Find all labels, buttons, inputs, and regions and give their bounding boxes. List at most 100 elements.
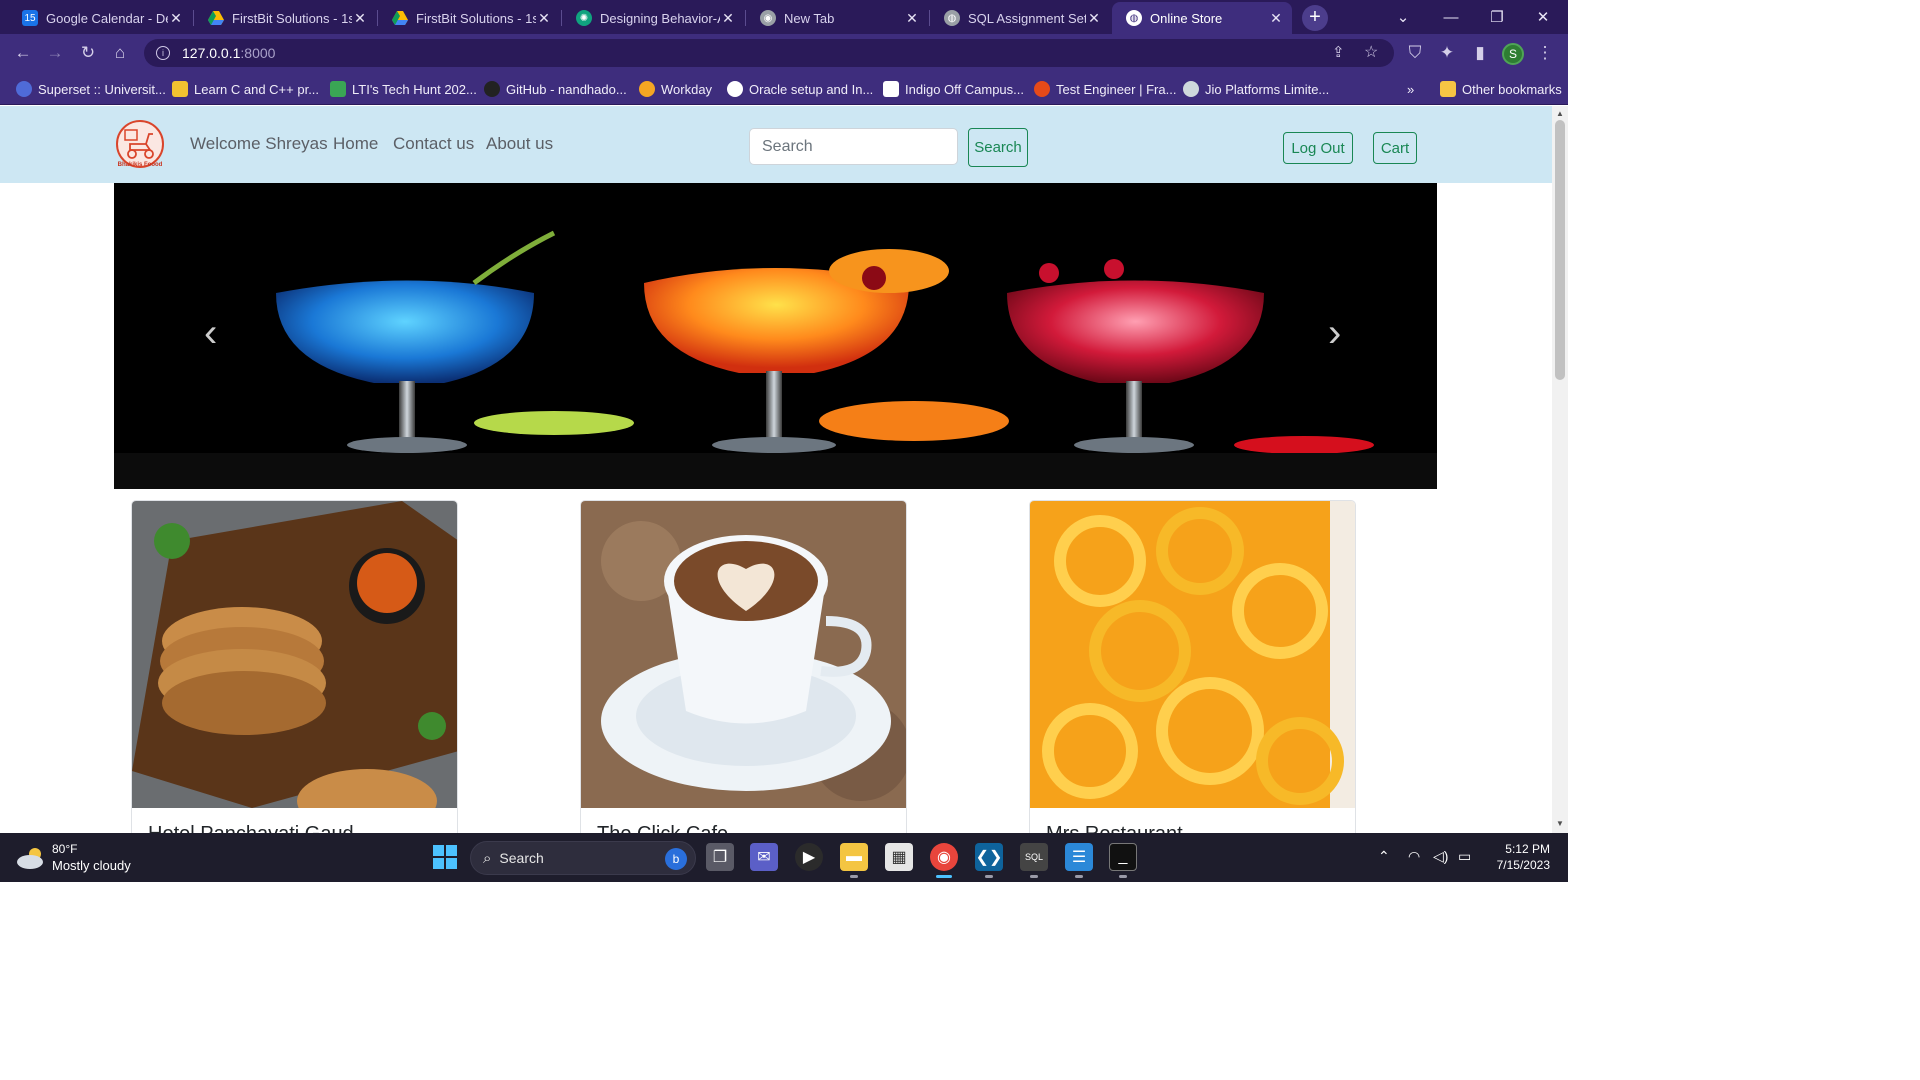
restore-icon[interactable]: ❐ [1474,0,1520,34]
site-info-icon[interactable]: i [156,46,170,60]
shield-extension-icon[interactable]: ⛉ [1402,41,1428,65]
teams-chat-icon[interactable]: ✉ [750,843,778,871]
bookmark-jio[interactable]: Jio Platforms Limite... [1183,79,1329,99]
bookmark-star-icon[interactable]: ☆ [1364,42,1378,62]
minimize-icon[interactable]: — [1428,0,1474,34]
close-icon[interactable]: ✕ [168,10,184,27]
windows-taskbar: 80°F Mostly cloudy ⌕ Search b ❐ ✉ ▶ ▬ ▦ … [0,833,1568,882]
mysql-workbench-icon[interactable]: SQL [1020,843,1048,871]
site-navbar: Bhakikis Foood Welcome Shreyas Home Cont… [0,106,1552,183]
search-input[interactable] [749,128,958,165]
restaurant-card[interactable]: The Click Cafe [580,500,907,833]
address-bar[interactable]: i 127.0.0.1:8000 ⇪ ☆ [144,39,1394,67]
share-icon[interactable]: ⇪ [1332,43,1345,61]
task-view-icon[interactable]: ❐ [706,843,734,871]
chrome-icon: ◉ [760,10,776,26]
bookmark-oracle-setup[interactable]: Oracle setup and In... [727,79,873,99]
cart-button[interactable]: Cart [1373,132,1417,164]
restaurant-card[interactable]: Hotel Panchavati Gaud [131,500,458,833]
clock-time[interactable]: 5:12 PM [1480,842,1550,856]
scrollbar-thumb[interactable] [1555,120,1565,380]
battery-icon[interactable]: ▭ [1458,848,1471,865]
nav-welcome[interactable]: Welcome Shreyas [190,134,328,154]
tab-firstbit-2[interactable]: FirstBit Solutions - 1st ✕ [378,4,560,32]
bing-icon[interactable]: b [665,848,687,870]
microsoft-store-icon[interactable]: ▦ [885,843,913,871]
bookmark-learn-c[interactable]: Learn C and C++ pr... [172,79,319,99]
wifi-icon[interactable]: ◠ [1408,848,1420,865]
tab-search-chevron-icon[interactable]: ⌄ [1380,0,1426,34]
cloud-weather-icon[interactable] [16,847,46,869]
logout-button[interactable]: Log Out [1283,132,1353,164]
close-icon[interactable]: ✕ [1086,10,1102,27]
scroll-up-icon[interactable]: ▲ [1556,109,1564,118]
folder-icon [1440,81,1456,97]
browser-toolbar: ← → ↻ ⌂ i 127.0.0.1:8000 ⇪ ☆ ⛉ ✦ ▮ S ⋮ [0,34,1568,72]
tab-designing-behavior[interactable]: ✺ Designing Behavior-A ✕ [562,4,744,32]
volume-icon[interactable]: ◁) [1433,848,1448,865]
search-button[interactable]: Search [968,128,1028,167]
menu-kebab-icon[interactable]: ⋮ [1532,41,1558,65]
tab-online-store[interactable]: ◍ Online Store ✕ [1112,2,1292,34]
browser-tab-strip: 15 Google Calendar - De ✕ FirstBit Solut… [0,0,1568,34]
reload-icon[interactable]: ↻ [75,41,101,65]
side-panel-icon[interactable]: ▮ [1467,41,1493,65]
bookmarks-overflow-icon[interactable]: » [1407,79,1414,99]
weather-description[interactable]: Mostly cloudy [52,858,131,873]
bookmark-lti-tech-hunt[interactable]: LTI's Tech Hunt 202... [330,79,477,99]
terminal-icon[interactable]: _ [1109,843,1137,871]
home-icon[interactable]: ⌂ [107,41,133,65]
tab-google-calendar[interactable]: 15 Google Calendar - De ✕ [8,4,192,32]
bookmark-workday[interactable]: Workday [639,79,712,99]
restaurant-card[interactable]: Mrs Restaurant [1029,500,1356,833]
close-icon[interactable]: ✕ [720,10,736,27]
tab-new-tab[interactable]: ◉ New Tab ✕ [746,4,928,32]
windows-start-icon[interactable] [431,843,459,871]
nav-contact-us[interactable]: Contact us [393,134,474,154]
new-tab-button[interactable]: + [1302,5,1328,31]
tab-sql-assignment[interactable]: ◍ SQL Assignment Set ✕ [930,4,1110,32]
globe-icon: ◍ [1126,10,1142,26]
clock-date[interactable]: 7/15/2023 [1480,858,1550,872]
chart-icon [330,81,346,97]
bookmark-superset[interactable]: Superset :: Universit... [16,79,166,99]
profile-avatar[interactable]: S [1502,43,1524,65]
extensions-puzzle-icon[interactable]: ✦ [1434,41,1460,65]
notepad-icon[interactable]: ☰ [1065,843,1093,871]
page-scrollbar[interactable]: ▲ ▼ [1552,106,1568,833]
close-icon[interactable]: ✕ [352,10,368,27]
back-icon[interactable]: ← [10,41,36,65]
search-icon [1183,81,1199,97]
taskbar-search[interactable]: ⌕ Search b [470,841,696,875]
file-explorer-icon[interactable]: ▬ [840,843,868,871]
hero-carousel: ‹ › [114,183,1437,489]
nav-about-us[interactable]: About us [486,134,553,154]
bookmarks-bar: Superset :: Universit... Learn C and C++… [0,72,1568,105]
carousel-prev-icon[interactable]: ‹ [204,313,217,353]
window-close-icon[interactable]: ✕ [1520,0,1566,34]
page-viewport: Bhakikis Foood Welcome Shreyas Home Cont… [0,106,1552,833]
bookmark-test-engineer[interactable]: Test Engineer | Fra... [1034,79,1176,99]
site-logo[interactable] [116,120,164,168]
job-site-icon [1034,81,1050,97]
scroll-down-icon[interactable]: ▼ [1556,819,1564,828]
bookmark-github[interactable]: GitHub - nandhado... [484,79,627,99]
carousel-next-icon[interactable]: › [1328,313,1341,353]
weather-temperature[interactable]: 80°F [52,842,77,856]
google-drive-icon [208,10,224,26]
card-title: Hotel Panchavati Gaud [148,823,354,833]
tab-firstbit-1[interactable]: FirstBit Solutions - 1st ✕ [194,4,376,32]
media-player-icon[interactable]: ▶ [795,843,823,871]
github-icon [484,81,500,97]
nav-home[interactable]: Home [333,134,378,154]
vscode-icon[interactable]: ❮❯ [975,843,1003,871]
bookmark-indigo[interactable]: Indigo Off Campus... [883,79,1024,99]
chrome-taskbar-icon[interactable]: ◉ [930,843,958,871]
cocktails-image [114,183,1437,489]
close-icon[interactable]: ✕ [536,10,552,27]
other-bookmarks[interactable]: Other bookmarks [1440,79,1562,99]
close-icon[interactable]: ✕ [904,10,920,27]
forward-icon[interactable]: → [42,41,68,65]
show-hidden-icons-chevron[interactable]: ⌃ [1378,848,1390,865]
close-icon[interactable]: ✕ [1268,10,1284,27]
